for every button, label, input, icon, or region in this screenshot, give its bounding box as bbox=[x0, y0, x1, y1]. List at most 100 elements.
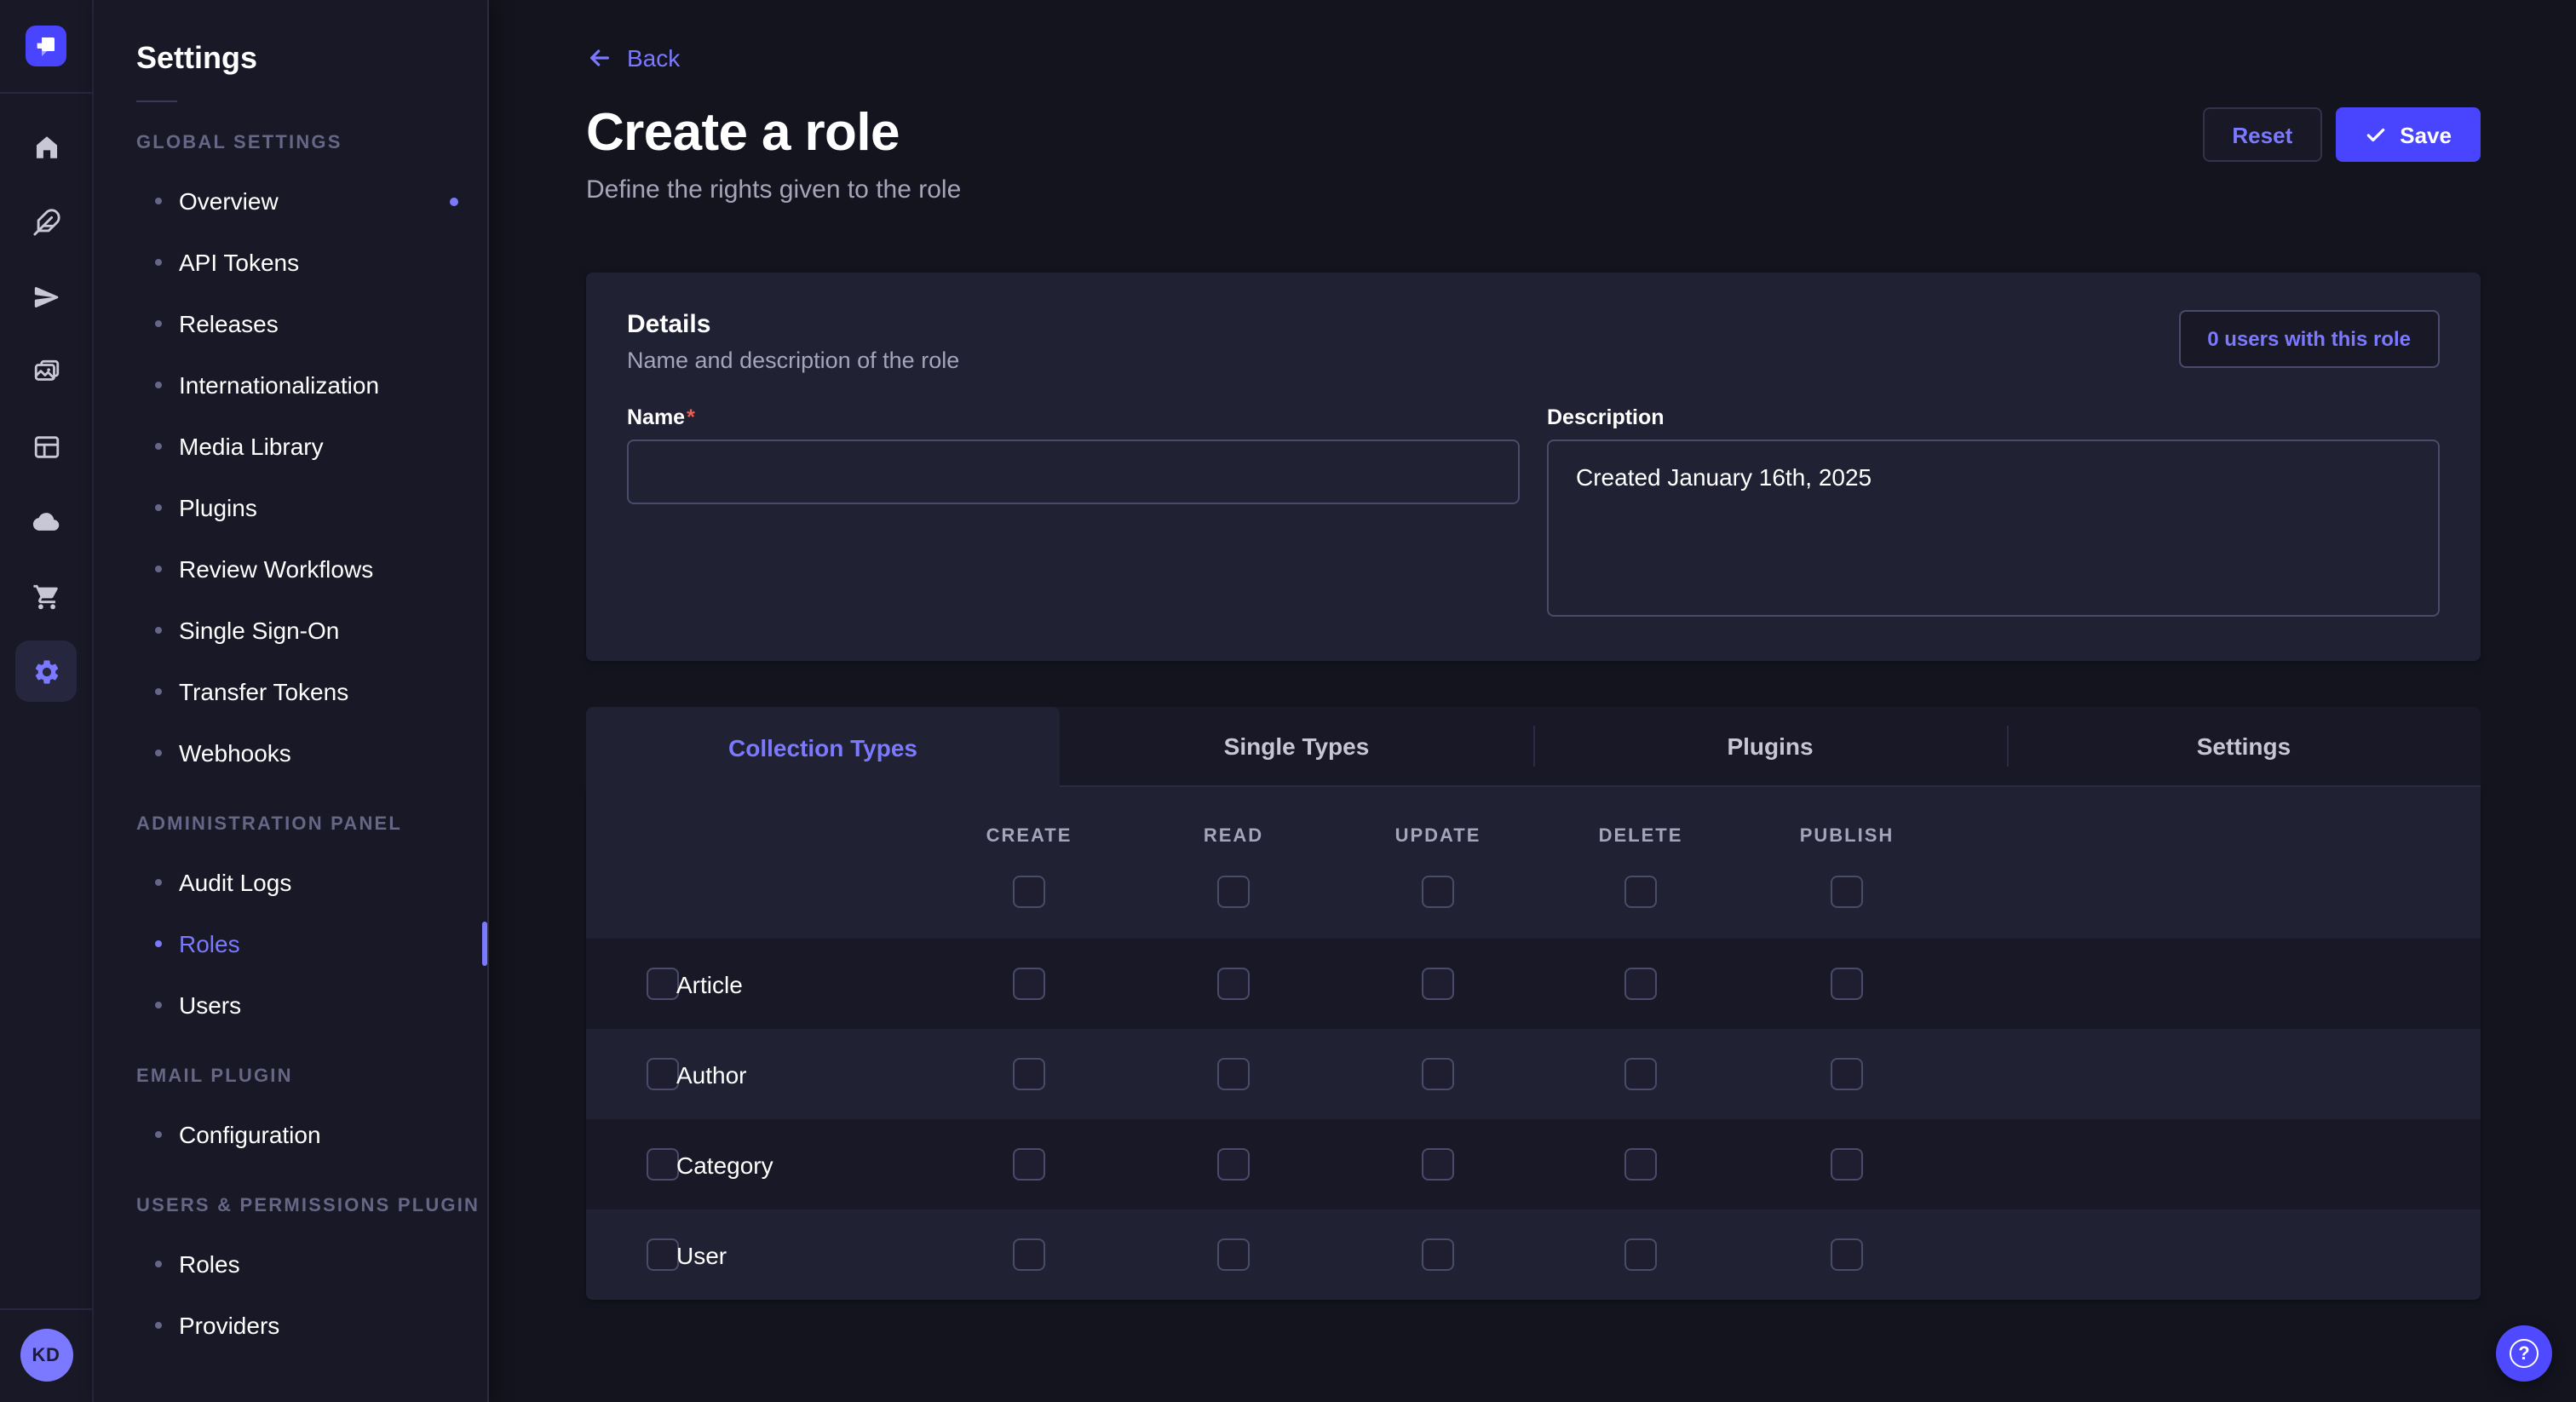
permissions-table: CREATE READ UPDATE DELETE PUBLISH Articl… bbox=[586, 787, 2481, 1300]
reset-button[interactable]: Reset bbox=[2203, 107, 2321, 162]
bullet-icon bbox=[155, 940, 162, 947]
sidebar-item-roles-admin[interactable]: Roles bbox=[94, 913, 487, 974]
checkbox-all-read[interactable] bbox=[1217, 876, 1250, 908]
layout-icon[interactable] bbox=[15, 416, 77, 477]
row-label: Article bbox=[676, 970, 743, 997]
checkbox-article-publish[interactable] bbox=[1831, 968, 1863, 1000]
column-header-update: UPDATE bbox=[1395, 826, 1481, 847]
section-administration-panel: ADMINISTRATION PANEL bbox=[136, 814, 487, 835]
cart-icon[interactable] bbox=[15, 566, 77, 627]
strapi-logo[interactable] bbox=[26, 26, 66, 66]
sidebar-item-releases[interactable]: Releases bbox=[94, 293, 487, 354]
sidebar-item-plugins[interactable]: Plugins bbox=[94, 477, 487, 538]
checkbox-category-create[interactable] bbox=[1013, 1148, 1045, 1181]
save-button[interactable]: Save bbox=[2335, 107, 2481, 162]
check-icon bbox=[2364, 124, 2386, 146]
checkbox-all-delete[interactable] bbox=[1624, 876, 1657, 908]
column-header-read: READ bbox=[1204, 826, 1263, 847]
sidebar-item-roles-up[interactable]: Roles bbox=[94, 1233, 487, 1295]
checkbox-user-publish[interactable] bbox=[1831, 1238, 1863, 1271]
name-input[interactable] bbox=[627, 440, 1520, 504]
tab-collection-types[interactable]: Collection Types bbox=[586, 707, 1060, 787]
home-icon[interactable] bbox=[15, 116, 77, 177]
section-email-plugin: EMAIL PLUGIN bbox=[136, 1066, 487, 1087]
column-header-delete: DELETE bbox=[1599, 826, 1683, 847]
bullet-icon bbox=[155, 566, 162, 572]
table-row-author: Author bbox=[586, 1029, 2481, 1119]
pictures-icon[interactable] bbox=[15, 341, 77, 402]
checkbox-category-delete[interactable] bbox=[1624, 1148, 1657, 1181]
description-textarea[interactable]: Created January 16th, 2025 bbox=[1547, 440, 2440, 617]
checkbox-category-publish[interactable] bbox=[1831, 1148, 1863, 1181]
details-subtitle: Name and description of the role bbox=[627, 348, 959, 373]
checkbox-all-create[interactable] bbox=[1013, 876, 1045, 908]
tab-plugins[interactable]: Plugins bbox=[1533, 707, 2007, 787]
sidebar-item-review-workflows[interactable]: Review Workflows bbox=[94, 538, 487, 600]
bullet-icon bbox=[155, 1261, 162, 1267]
bullet-icon bbox=[155, 750, 162, 756]
cloud-icon[interactable] bbox=[15, 491, 77, 552]
avatar[interactable]: KD bbox=[20, 1329, 72, 1382]
checkbox-user-update[interactable] bbox=[1422, 1238, 1454, 1271]
sidebar-item-users[interactable]: Users bbox=[94, 974, 487, 1036]
feather-icon[interactable] bbox=[15, 191, 77, 252]
permissions-table-header: CREATE READ UPDATE DELETE PUBLISH bbox=[586, 787, 2481, 939]
checkbox-category-all[interactable] bbox=[647, 1148, 679, 1181]
checkbox-user-delete[interactable] bbox=[1624, 1238, 1657, 1271]
row-label: User bbox=[676, 1241, 727, 1268]
sidebar-item-configuration[interactable]: Configuration bbox=[94, 1104, 487, 1165]
bullet-icon bbox=[155, 688, 162, 695]
checkbox-author-read[interactable] bbox=[1217, 1058, 1250, 1090]
sidebar-item-transfer-tokens[interactable]: Transfer Tokens bbox=[94, 661, 487, 722]
users-with-role-button[interactable]: 0 users with this role bbox=[2178, 310, 2440, 368]
permissions-tabs: Collection Types Single Types Plugins Se… bbox=[586, 707, 2481, 787]
sidebar-item-audit-logs[interactable]: Audit Logs bbox=[94, 852, 487, 913]
paper-plane-icon[interactable] bbox=[15, 266, 77, 327]
checkbox-user-read[interactable] bbox=[1217, 1238, 1250, 1271]
checkbox-all-publish[interactable] bbox=[1831, 876, 1863, 908]
checkbox-author-update[interactable] bbox=[1422, 1058, 1454, 1090]
checkbox-all-update[interactable] bbox=[1422, 876, 1454, 908]
checkbox-article-update[interactable] bbox=[1422, 968, 1454, 1000]
sidebar-item-internationalization[interactable]: Internationalization bbox=[94, 354, 487, 416]
bullet-icon bbox=[155, 1131, 162, 1138]
bullet-icon bbox=[155, 382, 162, 388]
table-row-article: Article bbox=[586, 939, 2481, 1029]
sidebar-item-api-tokens[interactable]: API Tokens bbox=[94, 232, 487, 293]
nav-rail: KD bbox=[0, 0, 94, 1402]
back-link[interactable]: Back bbox=[586, 44, 680, 72]
checkbox-author-all[interactable] bbox=[647, 1058, 679, 1090]
arrow-left-icon bbox=[586, 44, 613, 72]
checkbox-user-all[interactable] bbox=[647, 1238, 679, 1271]
row-label: Author bbox=[676, 1060, 747, 1088]
settings-gear-icon[interactable] bbox=[15, 641, 77, 702]
sidebar-item-providers[interactable]: Providers bbox=[94, 1295, 487, 1356]
checkbox-user-create[interactable] bbox=[1013, 1238, 1045, 1271]
back-label: Back bbox=[627, 44, 680, 72]
column-header-publish: PUBLISH bbox=[1800, 826, 1895, 847]
sidebar-item-media-library[interactable]: Media Library bbox=[94, 416, 487, 477]
checkbox-author-delete[interactable] bbox=[1624, 1058, 1657, 1090]
tab-settings[interactable]: Settings bbox=[2007, 707, 2481, 787]
main-content: Back Create a role Define the rights giv… bbox=[489, 0, 2576, 1402]
bullet-icon bbox=[155, 879, 162, 886]
permissions-card: Collection Types Single Types Plugins Se… bbox=[586, 707, 2481, 1300]
tab-single-types[interactable]: Single Types bbox=[1060, 707, 1533, 787]
sidebar-item-overview[interactable]: Overview bbox=[94, 170, 487, 232]
checkbox-article-all[interactable] bbox=[647, 968, 679, 1000]
sidebar-item-single-sign-on[interactable]: Single Sign-On bbox=[94, 600, 487, 661]
help-button[interactable]: ? bbox=[2496, 1325, 2552, 1382]
checkbox-article-delete[interactable] bbox=[1624, 968, 1657, 1000]
bullet-icon bbox=[155, 259, 162, 266]
checkbox-author-publish[interactable] bbox=[1831, 1058, 1863, 1090]
bullet-icon bbox=[155, 1002, 162, 1008]
bullet-icon bbox=[155, 443, 162, 450]
checkbox-author-create[interactable] bbox=[1013, 1058, 1045, 1090]
checkbox-category-read[interactable] bbox=[1217, 1148, 1250, 1181]
sidebar-title-rule bbox=[136, 101, 177, 102]
active-indicator bbox=[482, 922, 487, 966]
checkbox-category-update[interactable] bbox=[1422, 1148, 1454, 1181]
checkbox-article-read[interactable] bbox=[1217, 968, 1250, 1000]
checkbox-article-create[interactable] bbox=[1013, 968, 1045, 1000]
sidebar-item-webhooks[interactable]: Webhooks bbox=[94, 722, 487, 784]
